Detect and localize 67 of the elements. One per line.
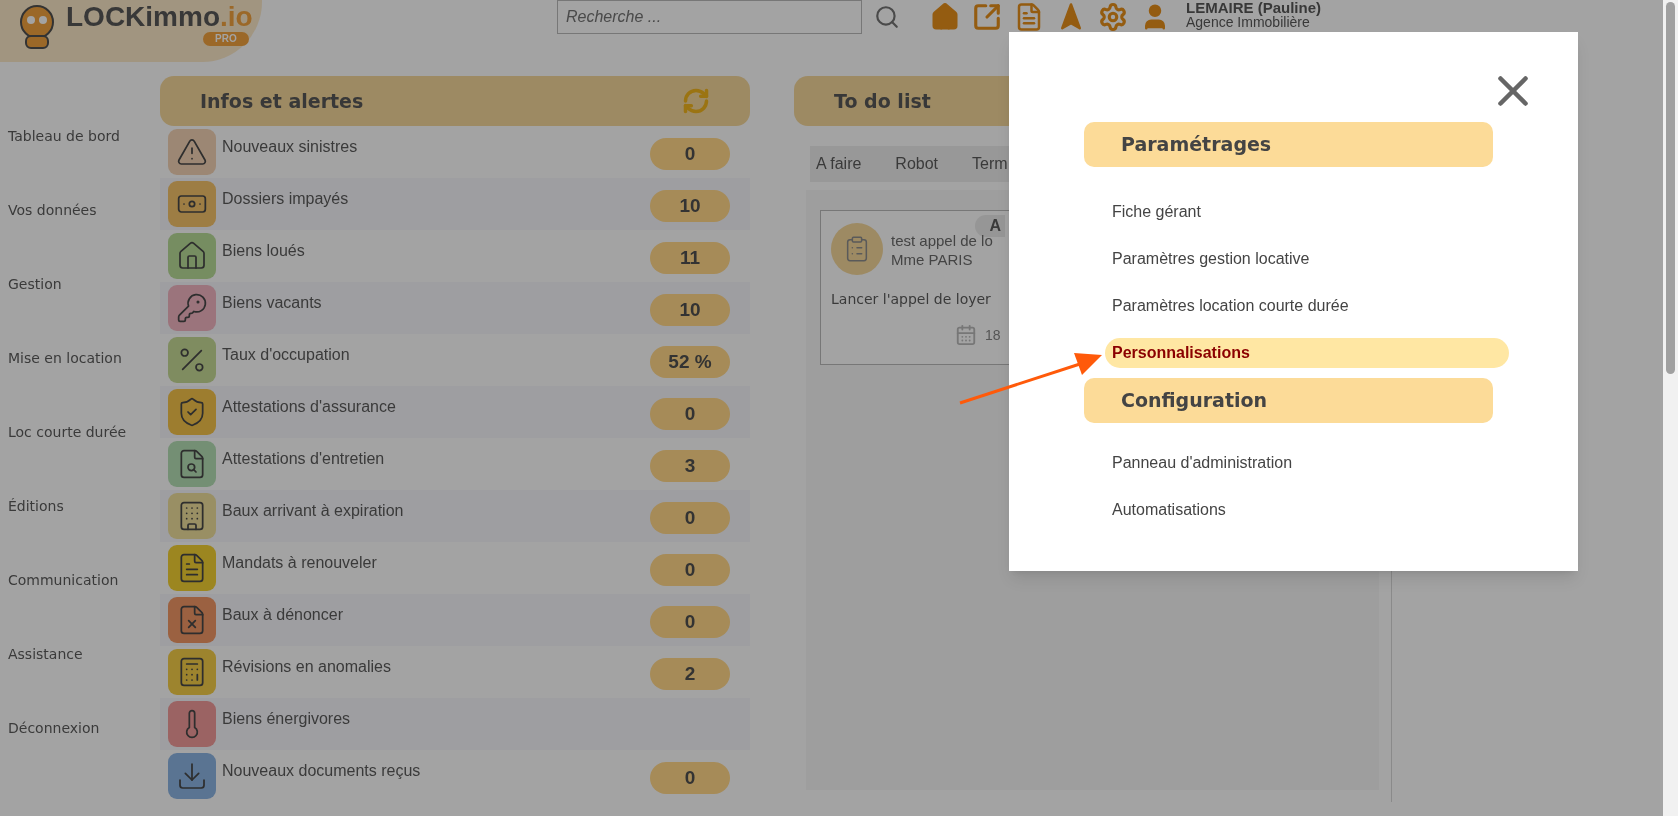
task-description: Lancer l'appel de loyer xyxy=(831,290,992,309)
count-badge: 0 xyxy=(650,762,730,794)
count-badge: 0 xyxy=(650,138,730,170)
alert-label[interactable]: Baux arrivant à expiration xyxy=(222,499,404,523)
todo-tab[interactable]: Robot xyxy=(895,152,939,176)
sidebar-item[interactable]: Loc courte durée xyxy=(0,424,127,440)
count-badge: 2 xyxy=(650,658,730,690)
settings-menu-item[interactable]: Paramètres gestion locative xyxy=(1084,244,1493,274)
count-badge: 10 xyxy=(650,190,730,222)
count-badge: 0 xyxy=(650,502,730,534)
settings-menu-item[interactable]: Automatisations xyxy=(1084,495,1493,525)
sidebar-item[interactable]: Communication xyxy=(0,572,119,588)
count-badge: 0 xyxy=(650,606,730,638)
alert-label[interactable]: Biens loués xyxy=(222,239,305,263)
settings-menu-item[interactable]: Panneau d'administration xyxy=(1084,448,1493,478)
settings-menu-item[interactable]: Personnalisations xyxy=(1105,338,1509,368)
home-icon[interactable] xyxy=(930,2,960,32)
sidebar-item[interactable]: Éditions xyxy=(0,498,64,514)
alert-label[interactable]: Attestations d'assurance xyxy=(222,395,396,419)
alert-label[interactable]: Nouveaux documents reçus xyxy=(222,759,421,783)
sidebar-item[interactable]: Assistance xyxy=(0,646,83,662)
alert-label[interactable]: Attestations d'entretien xyxy=(222,447,385,471)
alert-label[interactable]: Baux à dénoncer xyxy=(222,603,343,627)
settings-icon[interactable] xyxy=(1098,2,1128,32)
panel-title: Infos et alertes xyxy=(200,88,364,114)
external-link-icon[interactable] xyxy=(972,2,1002,32)
task-date: 18 xyxy=(985,325,1001,345)
alert-label[interactable]: Biens vacants xyxy=(222,291,322,315)
task-person: Mme PARIS xyxy=(891,250,974,269)
settings-menu-item[interactable]: Fiche gérant xyxy=(1084,197,1493,227)
todo-tab[interactable]: A faire xyxy=(816,152,862,176)
scrollbar[interactable] xyxy=(1663,0,1678,816)
sidebar-item[interactable]: Tableau de bord xyxy=(0,128,120,144)
sidebar-item[interactable]: Vos données xyxy=(0,202,97,218)
sidebar-item[interactable]: Gestion xyxy=(0,276,62,292)
alert-label[interactable]: Mandats à renouveler xyxy=(222,551,377,575)
alert-label[interactable]: Taux d'occupation xyxy=(222,343,350,367)
sidebar-item[interactable]: Déconnexion xyxy=(0,720,100,736)
count-badge: 3 xyxy=(650,450,730,482)
alert-type-icon xyxy=(176,136,208,168)
count-badge: 52 % xyxy=(650,346,730,378)
count-badge: 0 xyxy=(650,398,730,430)
section-title: Configuration xyxy=(1121,388,1268,414)
todo-tab[interactable]: Term xyxy=(972,152,1008,176)
alert-type-icon xyxy=(176,240,208,272)
pro-badge: PRO xyxy=(203,32,249,46)
task-badge: A xyxy=(975,215,1005,237)
brand-suffix: .io xyxy=(220,2,253,32)
alert-label[interactable]: Biens énergivores xyxy=(222,707,351,731)
alert-label[interactable]: Dossiers impayés xyxy=(222,187,349,211)
alert-type-icon xyxy=(176,760,208,792)
alert-label[interactable]: Nouveaux sinistres xyxy=(222,135,358,159)
alert-type-icon xyxy=(176,292,208,324)
panel-title: To do list xyxy=(834,88,931,114)
settings-menu-item[interactable]: Paramètres location courte durée xyxy=(1084,291,1493,321)
alert-label[interactable]: Révisions en anomalies xyxy=(222,655,391,679)
refresh-icon[interactable] xyxy=(682,87,710,115)
count-badge: 11 xyxy=(650,242,730,274)
scrollbar-thumb[interactable] xyxy=(1666,2,1675,374)
search-field[interactable]: Recherche ... xyxy=(557,0,862,34)
count-badge: 10 xyxy=(650,294,730,326)
count-badge: 0 xyxy=(650,554,730,586)
section-title: Paramétrages xyxy=(1121,132,1272,158)
sidebar-item[interactable]: Mise en location xyxy=(0,350,122,366)
search-icon[interactable] xyxy=(874,4,900,30)
brand-name: LOCKimmo xyxy=(66,2,220,32)
calendar-icon xyxy=(955,324,977,346)
